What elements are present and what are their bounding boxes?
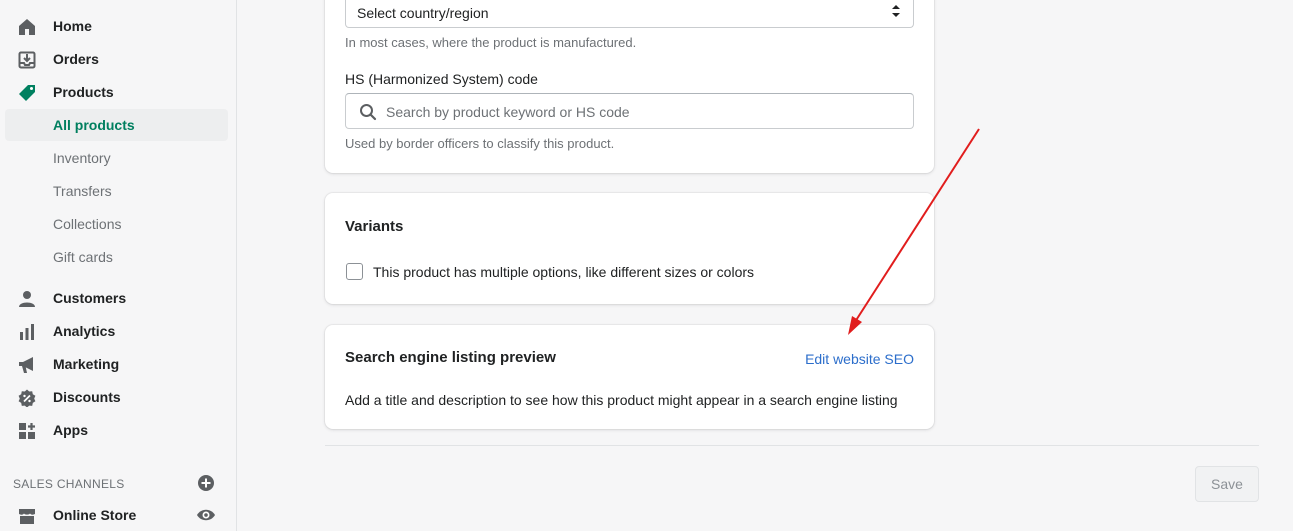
sidebar-item-orders[interactable]: Orders bbox=[5, 43, 228, 75]
seo-preview-description: Add a title and description to see how t… bbox=[345, 392, 898, 408]
sidebar-item-label: Home bbox=[53, 18, 92, 34]
search-icon bbox=[359, 103, 377, 121]
sidebar-item-collections[interactable]: Collections bbox=[5, 208, 228, 240]
sidebar-item-label: Gift cards bbox=[53, 249, 113, 265]
country-region-value: Select country/region bbox=[357, 5, 489, 21]
multiple-options-checkbox[interactable] bbox=[346, 263, 363, 280]
multiple-options-label[interactable]: This product has multiple options, like … bbox=[373, 264, 754, 280]
sidebar-item-online-store[interactable]: Online Store bbox=[5, 499, 228, 531]
variants-title: Variants bbox=[345, 218, 404, 235]
apps-icon bbox=[17, 421, 37, 441]
sidebar-item-discounts[interactable]: Discounts bbox=[5, 381, 228, 413]
footer-divider bbox=[325, 445, 1259, 446]
sidebar-item-label: Transfers bbox=[53, 183, 112, 199]
sidebar-item-marketing[interactable]: Marketing bbox=[5, 348, 228, 380]
eye-icon[interactable] bbox=[196, 507, 216, 523]
sidebar-item-label: Products bbox=[53, 84, 114, 100]
discount-icon bbox=[17, 388, 37, 408]
seo-preview-title: Search engine listing preview bbox=[345, 349, 556, 366]
sidebar-item-transfers[interactable]: Transfers bbox=[5, 175, 228, 207]
annotation-arrow-icon bbox=[848, 128, 980, 335]
sidebar-item-inventory[interactable]: Inventory bbox=[5, 142, 228, 174]
country-help-text: In most cases, where the product is manu… bbox=[345, 35, 637, 50]
store-icon bbox=[17, 506, 37, 526]
sidebar-item-apps[interactable]: Apps bbox=[5, 414, 228, 446]
bar-chart-icon bbox=[17, 322, 37, 342]
hs-code-label: HS (Harmonized System) code bbox=[345, 71, 538, 87]
sidebar-item-label: Discounts bbox=[53, 389, 121, 405]
home-icon bbox=[17, 17, 37, 37]
sales-channels-header: SALES CHANNELS bbox=[13, 477, 125, 491]
hs-code-search-input[interactable] bbox=[386, 102, 896, 122]
select-arrows-icon bbox=[891, 3, 901, 19]
sidebar-item-gift-cards[interactable]: Gift cards bbox=[5, 241, 228, 273]
person-icon bbox=[17, 289, 37, 309]
sidebar-item-label: Inventory bbox=[53, 150, 111, 166]
sidebar-item-label: Collections bbox=[53, 216, 122, 232]
orders-icon bbox=[17, 50, 37, 70]
tag-icon bbox=[17, 83, 37, 103]
hs-code-search-field[interactable] bbox=[345, 93, 914, 129]
sidebar-item-home[interactable]: Home bbox=[5, 10, 228, 42]
sidebar-item-label: Apps bbox=[53, 422, 88, 438]
hs-code-help-text: Used by border officers to classify this… bbox=[345, 136, 615, 151]
sidebar-item-products[interactable]: Products bbox=[5, 76, 228, 108]
sidebar-item-label: All products bbox=[53, 117, 135, 133]
sidebar-item-label: Orders bbox=[53, 51, 99, 67]
save-button[interactable]: Save bbox=[1195, 466, 1259, 502]
megaphone-icon bbox=[17, 355, 37, 375]
country-region-select[interactable]: Select country/region bbox=[345, 0, 914, 28]
sidebar-item-analytics[interactable]: Analytics bbox=[5, 315, 228, 347]
sidebar: Home Orders Products All products Invent… bbox=[0, 0, 237, 531]
edit-website-seo-link[interactable]: Edit website SEO bbox=[805, 351, 914, 367]
sidebar-item-label: Analytics bbox=[53, 323, 116, 339]
seo-preview-card: Search engine listing preview Edit websi… bbox=[325, 325, 934, 429]
sidebar-item-label: Customers bbox=[53, 290, 127, 306]
sidebar-item-customers[interactable]: Customers bbox=[5, 282, 228, 314]
add-circle-icon[interactable] bbox=[197, 474, 215, 492]
sidebar-item-label: Online Store bbox=[53, 507, 137, 523]
sidebar-item-all-products[interactable]: All products bbox=[5, 109, 228, 141]
sidebar-item-label: Marketing bbox=[53, 356, 120, 372]
